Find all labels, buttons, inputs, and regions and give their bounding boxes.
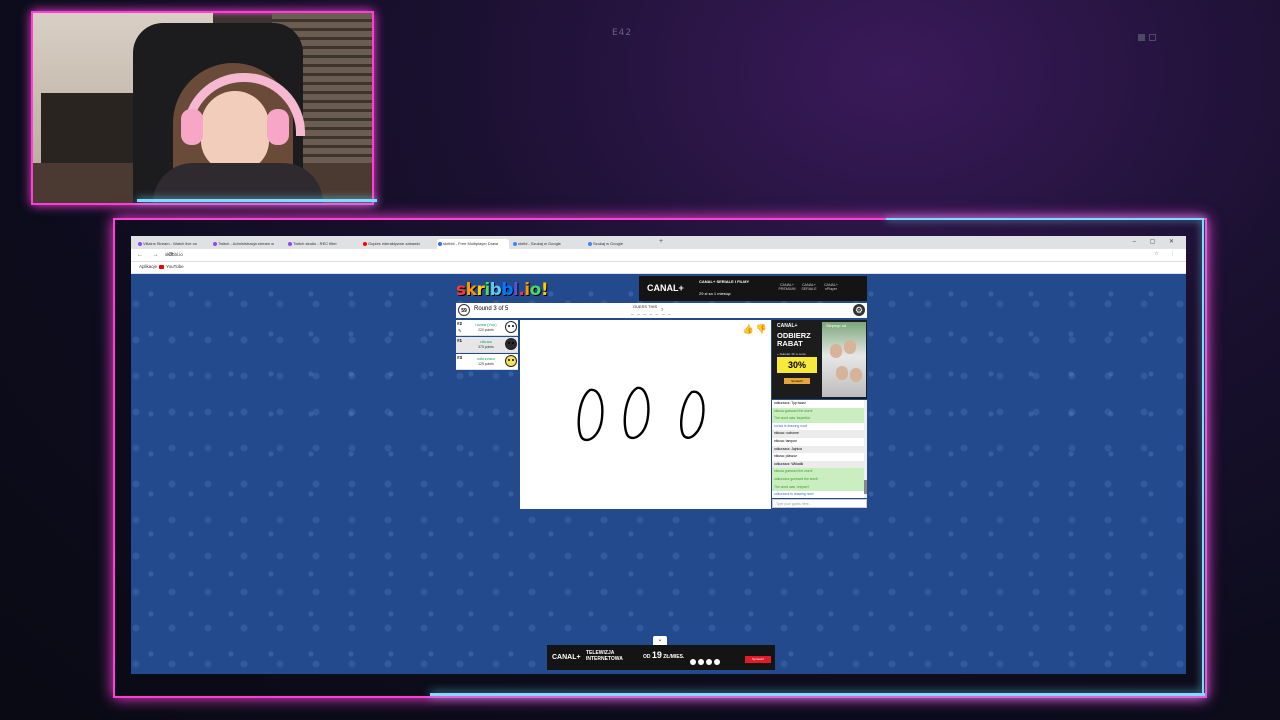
chat-message: The word was 'torpedka' (772, 415, 867, 423)
browser-tab[interactable]: Szukaj w Google (587, 239, 659, 249)
player-avatar (505, 355, 517, 367)
neon-accent (137, 199, 377, 202)
ad-brand: CANAL+ (777, 323, 798, 329)
guess-label: GUESS THIS (633, 304, 658, 309)
chat-box: odkurzacz: Typ twarz nikusa guessed the w… (772, 400, 867, 498)
ad-collapse-icon[interactable]: ⌄ (653, 636, 667, 645)
player-list: #2 rozwa (You) 220 points ✎ #1 nikusa 375 poin… (456, 320, 518, 371)
ad-brand: CANAL+ (647, 283, 684, 293)
player-points: 220 points (478, 328, 494, 332)
player-row[interactable]: #1 nikusa 375 points (456, 337, 518, 353)
timer-clock-icon: 59 (458, 304, 470, 316)
skribbl-page: skribbl.io! CANAL+ CANAL+ SERIALE I FILM… (131, 274, 1186, 674)
window-controls[interactable]: – ▢ ✕ (1133, 238, 1180, 245)
player-name: odkurzacz (476, 356, 496, 361)
ad-cta-button[interactable]: Sprawdź (745, 656, 771, 663)
pencil-icon: ✎ (458, 328, 462, 333)
webcam-frame (31, 11, 374, 205)
ad-photo-title: Ślepnąc od (826, 323, 847, 328)
browser-tab[interactable]: Gupies interaktywne zabawki (362, 239, 434, 249)
thumbs-up-icon[interactable]: 👍 (743, 324, 754, 335)
corner-square-icons (1138, 28, 1160, 46)
ad-photo (822, 322, 866, 397)
browser-tab[interactable]: skribbl - Free Multiplayer Drawi (437, 239, 509, 249)
stream-label: E42 (612, 28, 633, 38)
address-bar: ← → ⟳ skribbl.io ☆ ⋮ (131, 249, 1186, 262)
chat-message: odkurzacz: Jajnica (772, 445, 867, 454)
player-avatar (505, 321, 517, 333)
ad-logos: CANAL+ PREMIUMCANAL+ SERIALECANAL+ nPlay… (778, 283, 839, 291)
chat-message: odkurzacz: Typ twarz (774, 401, 806, 405)
ad-device-icons (690, 652, 722, 670)
browser-tab[interactable]: Villains Stream - Watch live on (137, 239, 209, 249)
player-row[interactable]: #2 rozwa (You) 220 points ✎ (456, 320, 518, 336)
ad-headline: ODBIERZ RABAT (777, 331, 811, 348)
chat-message: The word was 'rezyseri' (772, 483, 867, 492)
player-points: 125 points (478, 362, 494, 366)
ad-headline: CANAL+ SERIALE I FILMY (699, 279, 750, 284)
browser-tab[interactable]: Twitch studio - REC filter (287, 239, 359, 249)
neon-accent (430, 693, 1205, 696)
ad-headline: TELEWIZJA INTERNETOWA (586, 650, 623, 662)
player-avatar (505, 338, 517, 350)
ad-banner-side[interactable]: CANAL+ ODBIERZ RABAT + dekoder 4K w ceni… (772, 320, 867, 399)
skribbl-logo: skribbl.io! (456, 280, 549, 300)
chat-message: nikusa: plaszcz (774, 454, 797, 459)
chat-message: nikusa: ruchome (772, 430, 867, 438)
neon-accent (886, 218, 1204, 220)
ad-discount: 30% (777, 357, 817, 373)
drawing-canvas[interactable]: 👍 👎 (520, 320, 771, 509)
chat-message: odkurzacz is drawing now! (774, 492, 814, 497)
player-name: rozwa (You) (475, 322, 497, 327)
word-length: 7 (661, 307, 664, 312)
player-rank: #2 (457, 321, 463, 326)
ad-subtext: + dekoder 4K w cenie (777, 352, 806, 356)
ad-banner-top[interactable]: CANAL+ CANAL+ SERIALE I FILMY 29 zł za 1… (639, 276, 867, 301)
bookmark-youtube[interactable]: YouTube (159, 264, 184, 269)
rating-buttons: 👍 👎 (741, 324, 767, 335)
chat-message: nikusa guessed the word! (772, 407, 867, 416)
player-name: nikusa (480, 339, 492, 344)
chat-message: nikusa: tampon (774, 438, 797, 443)
browser-window: + – ▢ ✕ Villains Stream - Watch live on T… (131, 236, 1186, 674)
url-field[interactable]: skribbl.io (165, 252, 183, 257)
ad-price: OD 19 ZŁ/MIES. (643, 650, 685, 660)
chat-message: rozwa is drawing now! (774, 423, 808, 428)
word-hint: _ _ _ _ _ _ _ (631, 310, 672, 316)
player-rank: #3 (457, 355, 463, 360)
browser-tab[interactable]: Twitch - Administracja stream w (212, 239, 284, 249)
tab-bar: + – ▢ ✕ Villains Stream - Watch live on T… (131, 236, 1186, 249)
neon-accent (1202, 218, 1204, 694)
chat-message: odkurzacz: Wkladki (772, 460, 867, 469)
ad-cta-button[interactable]: Sprawdź (784, 378, 810, 384)
chat-input[interactable]: Type your guess here... (772, 499, 867, 508)
settings-gear-icon[interactable]: ⚙ (853, 304, 865, 316)
ad-price: 29 zł za 1 miesiąc (699, 291, 731, 296)
chat-scrollbar[interactable] (864, 400, 867, 498)
drawing-strokes (577, 386, 705, 442)
bookmark-apps[interactable]: Aplikacje (139, 264, 157, 269)
chat-message: odkurzacz guessed the word! (772, 475, 867, 484)
player-row[interactable]: #3 odkurzacz 125 points (456, 354, 518, 370)
extension-icons[interactable]: ☆ ⋮ (1154, 251, 1180, 257)
ad-banner-bottom[interactable]: CANAL+ TELEWIZJA INTERNETOWA OD 19 ZŁ/MI… (547, 645, 775, 670)
thumbs-down-icon[interactable]: 👎 (756, 324, 767, 335)
ad-brand: CANAL+ (552, 654, 581, 661)
round-indicator: Round 3 of 5 (474, 306, 509, 312)
browser-tab[interactable]: skribl - Szukaj w Google (512, 239, 584, 249)
game-top-bar: 59 Round 3 of 5 GUESS THIS _ _ _ _ _ _ _… (456, 303, 867, 318)
new-tab-button[interactable]: + (659, 238, 663, 245)
player-rank: #1 (457, 338, 463, 343)
bookmarks-bar: Aplikacje YouTube (131, 262, 1186, 274)
player-points: 375 points (478, 345, 494, 349)
chat-message: nikusa guessed the word! (772, 468, 867, 476)
